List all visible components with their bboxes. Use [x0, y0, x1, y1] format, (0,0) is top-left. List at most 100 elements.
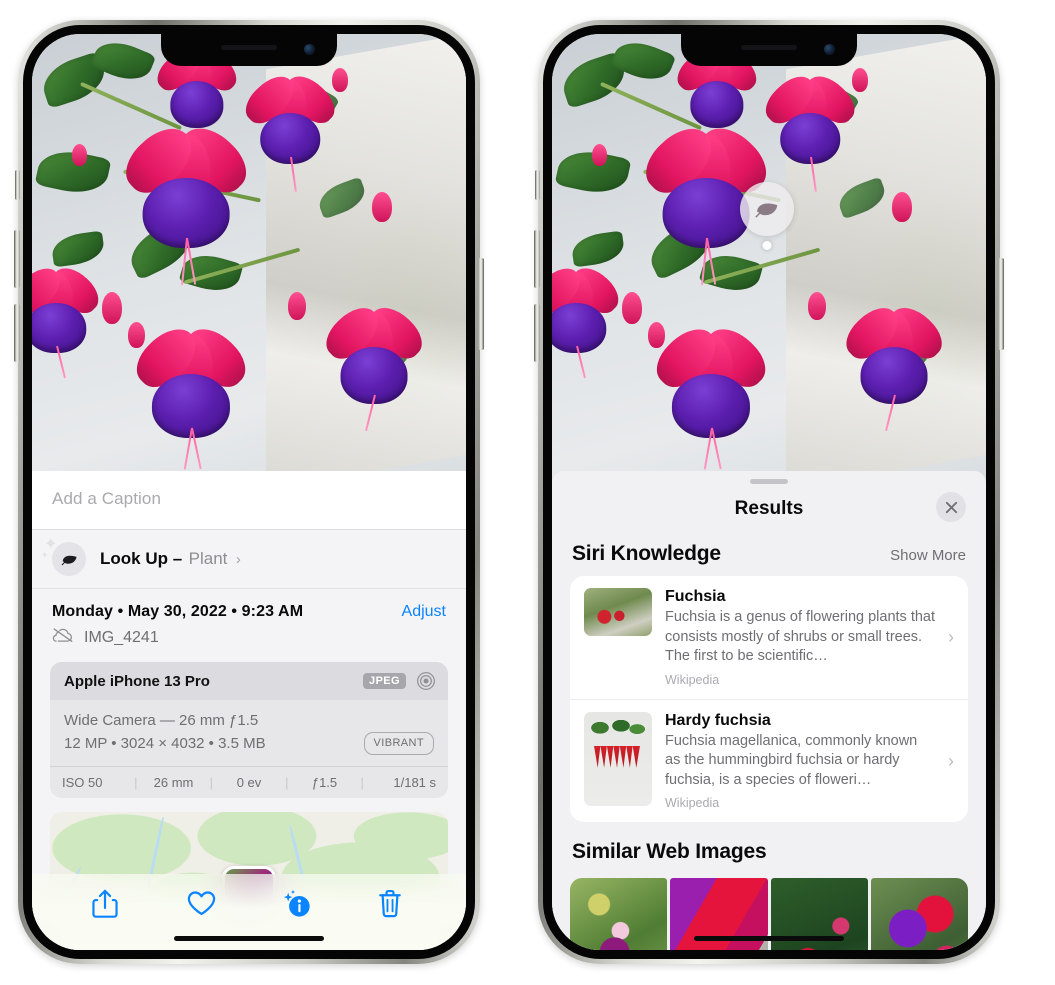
- flower-bud: [332, 68, 348, 92]
- exif-stat-iso: ISO 50: [62, 774, 103, 790]
- knowledge-source: Wikipedia: [665, 672, 720, 687]
- flower-bud: [102, 292, 122, 324]
- knowledge-source: Wikipedia: [665, 796, 720, 811]
- siri-knowledge-card: Fuchsia Fuchsia is a genus of flowering …: [570, 576, 968, 823]
- badge-anchor-dot: [762, 241, 772, 250]
- fuchsia-flower: [126, 318, 256, 471]
- caption-input[interactable]: Add a Caption: [52, 489, 446, 509]
- exif-stat-ev: 0 ev: [236, 774, 262, 790]
- knowledge-title: Fuchsia: [665, 588, 726, 605]
- front-camera: [304, 44, 315, 55]
- fuchsia-flower: [238, 68, 342, 192]
- flower-bud: [72, 144, 87, 166]
- visual-look-up-badge[interactable]: [740, 182, 794, 250]
- fuchsia-flower: [552, 260, 626, 378]
- similar-web-images-header: Similar Web Images: [552, 822, 986, 874]
- exif-card[interactable]: Apple iPhone 13 Pro JPEG Wide Camera — 2…: [50, 662, 448, 798]
- info-sparkle-icon[interactable]: [282, 889, 312, 919]
- look-up-icon-wrap: ✦ ✦: [41, 537, 86, 576]
- share-icon[interactable]: [91, 889, 121, 919]
- adjust-button[interactable]: Adjust: [402, 603, 446, 621]
- siri-knowledge-header: Siri Knowledge Show More: [552, 534, 986, 576]
- display-notch: [161, 34, 337, 66]
- size-info-row: 12 MP • 3024 × 4032 • 3.5 MB VIBRANT: [64, 732, 434, 756]
- home-indicator[interactable]: [174, 936, 324, 941]
- camera-device-name: Apple iPhone 13 Pro: [64, 672, 210, 690]
- knowledge-thumbnail: [584, 711, 652, 806]
- web-image-thumbnail[interactable]: [570, 878, 668, 950]
- capture-date-row: Monday • May 30, 2022 • 9:23 AM Adjust: [32, 589, 466, 625]
- heart-icon[interactable]: [186, 889, 216, 919]
- photo-info-sheet: Add a Caption ✦ ✦ Look Up – Plant › Mond…: [32, 471, 466, 950]
- trash-icon[interactable]: [377, 889, 407, 919]
- look-up-label-group: Look Up – Plant ›: [100, 549, 241, 569]
- home-indicator[interactable]: [694, 936, 844, 941]
- fuchsia-flower: [837, 298, 951, 432]
- front-camera: [824, 44, 835, 55]
- left-phone-device: Add a Caption ✦ ✦ Look Up – Plant › Mond…: [14, 20, 484, 964]
- exif-header: Apple iPhone 13 Pro JPEG: [50, 662, 448, 700]
- knowledge-title: Hardy fuchsia: [665, 711, 771, 729]
- web-image-thumbnail[interactable]: [870, 878, 968, 950]
- mute-switch[interactable]: [15, 170, 20, 200]
- left-phone-bezel: Add a Caption ✦ ✦ Look Up – Plant › Mond…: [23, 25, 475, 959]
- volume-down-button[interactable]: [534, 304, 540, 362]
- exif-header-badges: JPEG: [363, 671, 436, 691]
- volume-up-button[interactable]: [14, 230, 20, 288]
- screenshot-stage: Add a Caption ✦ ✦ Look Up – Plant › Mond…: [0, 0, 1055, 985]
- file-name: IMG_4241: [84, 628, 159, 646]
- power-button[interactable]: [478, 258, 484, 350]
- format-badge: JPEG: [363, 673, 406, 689]
- flower-bud: [808, 292, 826, 320]
- flower-bud: [622, 292, 642, 324]
- capture-date: Monday • May 30, 2022 • 9:23 AM: [52, 603, 304, 620]
- look-up-row[interactable]: ✦ ✦ Look Up – Plant ›: [32, 530, 466, 589]
- siri-knowledge-title: Siri Knowledge: [572, 542, 721, 565]
- results-header: Results: [552, 484, 986, 534]
- close-icon[interactable]: [936, 492, 966, 522]
- mute-switch[interactable]: [535, 170, 540, 200]
- exif-stat-shutter: 1/181 s: [393, 774, 437, 790]
- fuchsia-flower: [115, 116, 257, 285]
- results-title: Results: [734, 498, 804, 519]
- volume-down-button[interactable]: [14, 304, 20, 362]
- flower-bud: [892, 192, 912, 222]
- earpiece-speaker: [221, 45, 277, 50]
- flower-bud: [128, 322, 145, 348]
- display-notch: [681, 34, 857, 66]
- knowledge-item[interactable]: Fuchsia Fuchsia is a genus of flowering …: [570, 576, 968, 699]
- knowledge-item[interactable]: Hardy fuchsia Fuchsia magellanica, commo…: [570, 698, 968, 823]
- visual-look-up-results-sheet: Results Siri Knowledge Show More Fuchsia…: [552, 471, 986, 950]
- power-button[interactable]: [998, 258, 1004, 350]
- exif-stat-aperture: ƒ1.5: [311, 774, 338, 790]
- fuchsia-flower: [646, 318, 776, 471]
- knowledge-description: Fuchsia magellanica, commonly known as t…: [665, 732, 918, 788]
- look-up-title: Look Up –: [100, 549, 183, 568]
- volume-up-button[interactable]: [534, 230, 540, 288]
- chevron-right-icon: ›: [948, 750, 954, 771]
- photographic-style-badge: VIBRANT: [363, 732, 434, 756]
- fuchsia-flower: [758, 68, 862, 192]
- knowledge-text: Fuchsia Fuchsia is a genus of flowering …: [665, 588, 935, 687]
- knowledge-text: Hardy fuchsia Fuchsia magellanica, commo…: [665, 712, 935, 811]
- left-phone-screen: Add a Caption ✦ ✦ Look Up – Plant › Mond…: [32, 34, 466, 950]
- caption-field-row[interactable]: Add a Caption: [32, 471, 466, 530]
- right-phone-device: Results Siri Knowledge Show More Fuchsia…: [534, 20, 1004, 964]
- exif-stats-row: ISO 50 | 26 mm | 0 ev | ƒ1.5 | 1/181 s: [50, 765, 448, 798]
- flower-bud: [852, 68, 868, 92]
- flower-bud: [372, 192, 392, 222]
- flower-bud: [288, 292, 306, 320]
- similar-web-images-title: Similar Web Images: [572, 840, 767, 864]
- fuchsia-flower: [32, 260, 106, 378]
- earpiece-speaker: [741, 45, 797, 50]
- exif-body: Wide Camera — 26 mm ƒ1.5 12 MP • 3024 × …: [50, 700, 448, 766]
- knowledge-thumbnail: [584, 588, 652, 636]
- right-phone-bezel: Results Siri Knowledge Show More Fuchsia…: [543, 25, 995, 959]
- knowledge-description: Fuchsia is a genus of flowering plants t…: [665, 609, 936, 665]
- file-name-row: IMG_4241: [32, 625, 466, 662]
- show-more-button[interactable]: Show More: [890, 547, 966, 564]
- right-phone-screen: Results Siri Knowledge Show More Fuchsia…: [552, 34, 986, 950]
- cloud-slash-icon: [52, 627, 74, 648]
- fuchsia-flower: [317, 298, 431, 432]
- aperture-icon: [416, 671, 436, 691]
